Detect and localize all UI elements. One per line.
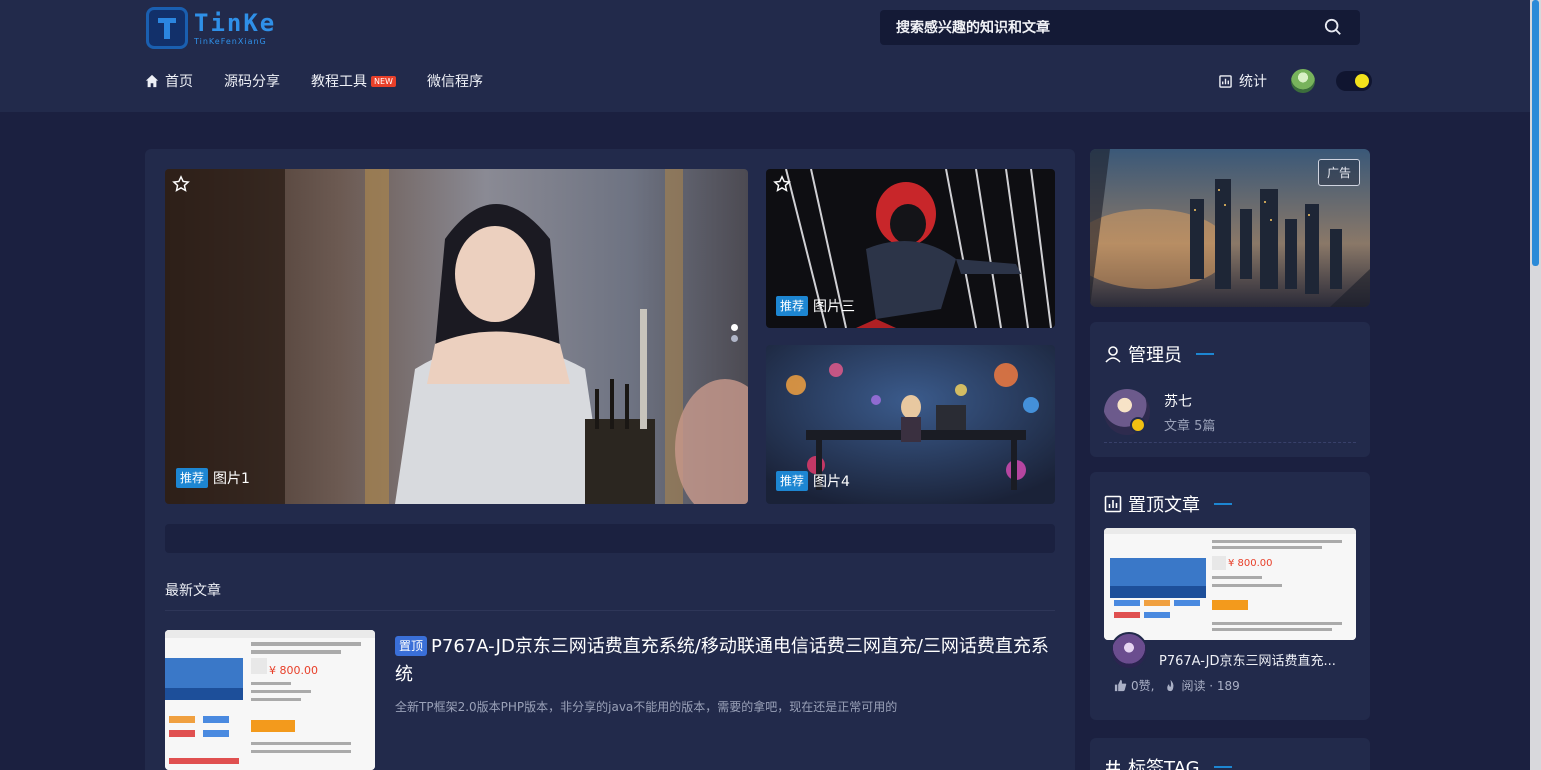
- pinned-tag: 置顶: [395, 636, 428, 656]
- nav-label: 教程工具: [311, 74, 367, 90]
- tags-card: 标签TAG: [1090, 738, 1370, 770]
- user-icon: [1105, 346, 1121, 363]
- pinned-post-meta: 0赞, 阅读 · 189: [1114, 677, 1240, 694]
- chart-bar-icon: [1104, 495, 1122, 513]
- carousel-title: 图片三: [813, 299, 856, 315]
- carousel-progress-bar: [165, 524, 1055, 553]
- heading-accent-line: [1214, 503, 1232, 505]
- admin-name[interactable]: 苏七: [1164, 391, 1192, 411]
- post-title: P767A-JD京东三网话费直充系统/移动联通电信话费三网直充/三网话费直充系统: [395, 636, 1049, 685]
- user-avatar[interactable]: [1291, 69, 1315, 93]
- scrollbar-thumb[interactable]: [1532, 0, 1539, 266]
- nav-item-home[interactable]: 首页: [145, 71, 193, 91]
- heading-accent-line: [1196, 353, 1214, 355]
- recommend-tag: 推荐: [176, 468, 209, 488]
- header-actions: 统计: [1219, 69, 1372, 93]
- pinned-post-thumbnail[interactable]: ¥ 800.00: [1104, 528, 1356, 640]
- carousel-main[interactable]: 推荐 图片1: [165, 169, 748, 504]
- search-icon[interactable]: [1324, 18, 1342, 36]
- pinned-likes: 0赞,: [1131, 679, 1155, 693]
- verified-icon: [1130, 417, 1146, 433]
- site-header: TinKe TinKeFenXianG 首页 源码分享 教程工具 NEW 微信程…: [0, 0, 1530, 112]
- recommend-tag: 推荐: [776, 296, 809, 316]
- section-divider: [165, 610, 1055, 611]
- tags-heading: 标签TAG: [1104, 754, 1232, 770]
- admin-post-count: 文章 5篇: [1164, 419, 1216, 434]
- search-box: [880, 10, 1360, 45]
- admin-heading: 管理员: [1104, 341, 1214, 367]
- fire-icon: [1167, 679, 1174, 692]
- ad-banner[interactable]: 广告: [1090, 149, 1370, 307]
- pinned-author-avatar[interactable]: [1110, 632, 1148, 670]
- logo-subtitle: TinKeFenXianG: [194, 37, 267, 46]
- logo-title: TinKe: [194, 9, 277, 37]
- stats-link[interactable]: 统计: [1219, 71, 1267, 91]
- thumbs-up-icon: [1114, 679, 1127, 692]
- post-excerpt: 全新TP框架2.0版本PHP版本，非分享的java不能用的版本，需要的拿吧，现在…: [395, 700, 898, 714]
- stats-label: 统计: [1239, 74, 1267, 90]
- carousel-dot[interactable]: [731, 324, 738, 331]
- carousel-side-top[interactable]: 推荐 图片三: [766, 169, 1055, 328]
- admin-divider: [1104, 442, 1356, 443]
- nav-label: 首页: [165, 74, 193, 90]
- nav-label: 微信程序: [426, 74, 483, 90]
- nav-item-source[interactable]: 源码分享: [224, 71, 280, 91]
- carousel-side-bottom[interactable]: 推荐 图片4: [766, 345, 1055, 504]
- main-nav: 首页 源码分享 教程工具 NEW 微信程序: [145, 70, 514, 92]
- post-title-link[interactable]: 置顶 P767A-JD京东三网话费直充系统/移动联通电信话费三网直充/三网话费直充…: [395, 633, 1055, 689]
- post-thumbnail-image: ¥ 800.00: [165, 630, 375, 770]
- star-icon[interactable]: [773, 175, 791, 193]
- search-input[interactable]: [896, 19, 1296, 36]
- page-scrollbar[interactable]: [1530, 0, 1541, 770]
- tags-heading-label: 标签TAG: [1128, 758, 1200, 770]
- nav-label: 源码分享: [224, 74, 280, 90]
- carousel-caption: 推荐 图片三: [776, 296, 855, 316]
- carousel-caption: 推荐 图片1: [176, 468, 250, 488]
- thumb-price: ¥ 800.00: [269, 664, 318, 677]
- new-badge: NEW: [371, 75, 396, 87]
- carousel-main-image: [165, 169, 748, 504]
- site-logo[interactable]: TinKe TinKeFenXianG: [146, 6, 286, 50]
- pinned-posts-card: 置顶文章 ¥ 800.00 P767A-JD京东三网话费直充... 0赞, 阅读…: [1090, 472, 1370, 720]
- pinned-thumbnail-image: ¥ 800.00: [1104, 528, 1356, 640]
- pinned-heading: 置顶文章: [1104, 491, 1232, 517]
- theme-toggle[interactable]: [1336, 71, 1372, 91]
- pinned-heading-label: 置顶文章: [1128, 495, 1200, 516]
- pinned-reads: 阅读 · 189: [1181, 679, 1240, 693]
- carousel-title: 图片4: [813, 474, 850, 490]
- heading-accent-line: [1213, 766, 1232, 768]
- carousel-title: 图片1: [213, 471, 250, 487]
- home-icon: [145, 74, 159, 88]
- logo-mark-icon: [146, 7, 188, 49]
- latest-posts-title: 最新文章: [165, 583, 221, 599]
- carousel-dot[interactable]: [731, 335, 738, 342]
- carousel-caption: 推荐 图片4: [776, 471, 850, 491]
- admin-heading-label: 管理员: [1128, 345, 1182, 366]
- chart-icon: [1219, 74, 1232, 88]
- recommend-tag: 推荐: [776, 471, 809, 491]
- hash-icon: [1106, 759, 1120, 770]
- post-thumbnail[interactable]: ¥ 800.00: [165, 630, 375, 770]
- pinned-post-title[interactable]: P767A-JD京东三网话费直充...: [1159, 650, 1349, 669]
- ad-label: 广告: [1317, 159, 1360, 186]
- nav-item-tutorials[interactable]: 教程工具 NEW: [311, 71, 396, 91]
- admin-card: 管理员 苏七 文章 5篇: [1090, 322, 1370, 457]
- nav-item-wechat[interactable]: 微信程序: [427, 71, 483, 91]
- main-content: 推荐 图片1 推荐 图片三 推荐 图片4 最新文章 ¥ 800.00 置顶 P7…: [145, 149, 1075, 770]
- star-icon[interactable]: [172, 175, 190, 193]
- carousel-dots: [731, 324, 738, 342]
- pinned-thumb-price: ¥ 800.00: [1228, 558, 1273, 569]
